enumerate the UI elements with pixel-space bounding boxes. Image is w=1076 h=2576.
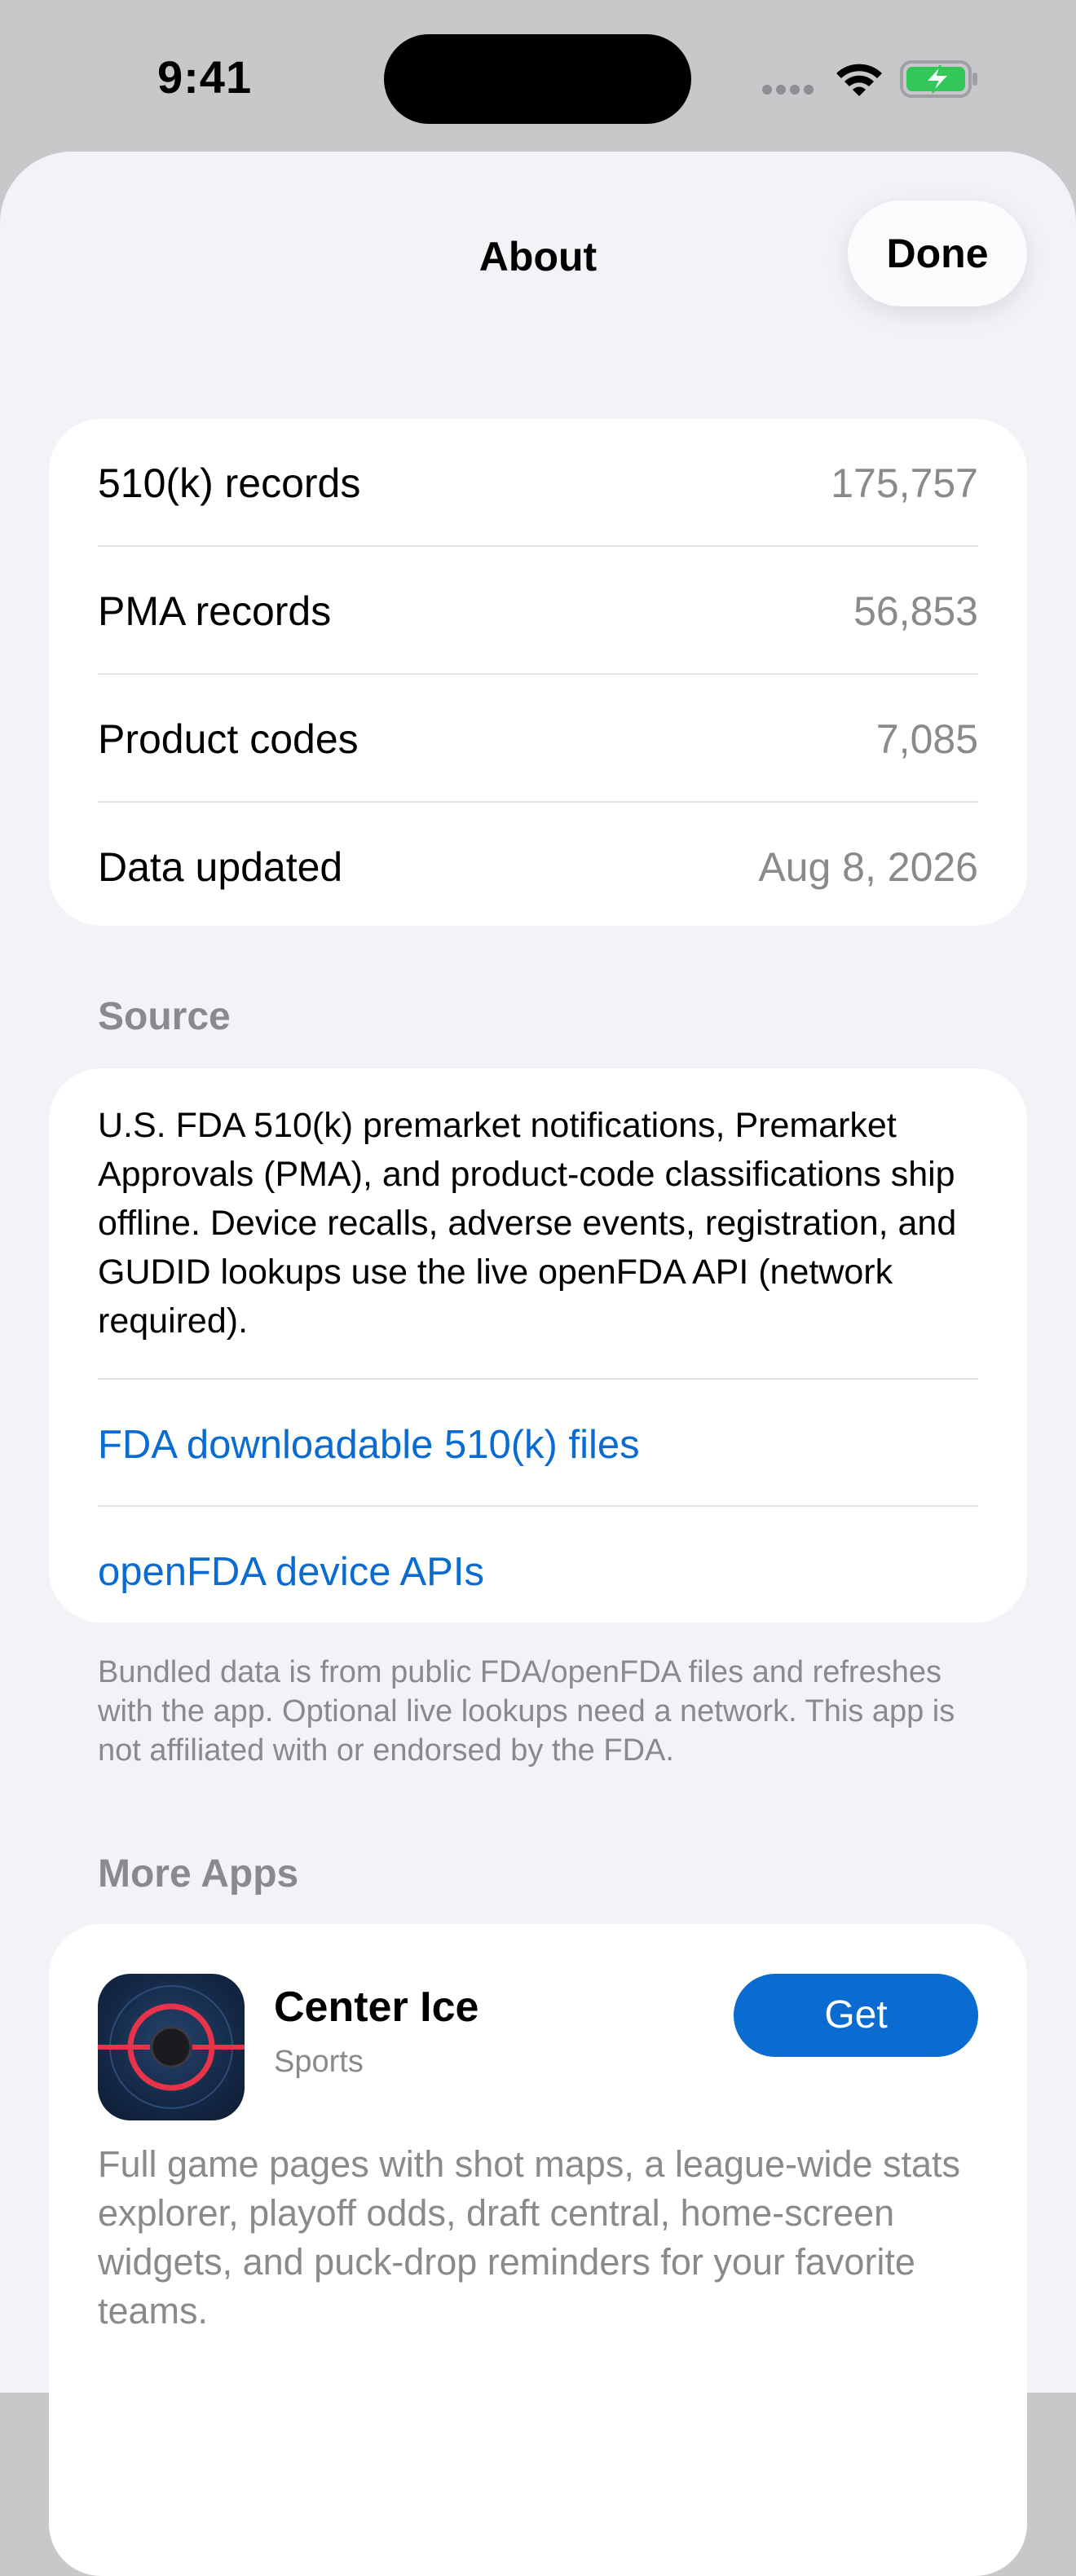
app-description: Full game pages with shot maps, a league… (98, 2143, 961, 2332)
app-card-center-ice[interactable]: Center Ice Sports Get Full game pages wi… (49, 1924, 1027, 2576)
dynamic-island (384, 34, 691, 124)
stat-value: Aug 8, 2026 (758, 844, 978, 890)
stat-label: 510(k) records (98, 460, 361, 506)
stat-value: 56,853 (853, 588, 978, 634)
source-footnote: Bundled data is from public FDA/openFDA … (98, 1655, 955, 1768)
target-icon (98, 1985, 245, 2109)
done-button[interactable]: Done (848, 200, 1027, 306)
openfda-device-apis-link[interactable]: openFDA device APIs (98, 1549, 484, 1595)
app-category: Sports (274, 2045, 364, 2079)
stat-label: Data updated (98, 844, 343, 890)
stat-row-product-codes: Product codes 7,085 (98, 673, 978, 801)
fda-510k-files-link[interactable]: FDA downloadable 510(k) files (98, 1422, 640, 1468)
status-time: 9:41 (157, 51, 253, 103)
source-description: U.S. FDA 510(k) premarket notifications,… (98, 1106, 957, 1341)
stats-card: 510(k) records 175,757 PMA records 56,85… (49, 419, 1027, 926)
battery-charging-icon (900, 60, 977, 98)
wifi-icon (836, 64, 882, 96)
stat-row-pma: PMA records 56,853 (98, 545, 978, 673)
center-ice-app-icon (98, 1974, 245, 2120)
source-card: U.S. FDA 510(k) premarket notifications,… (49, 1068, 1027, 1623)
status-bar: 9:41 (0, 0, 1076, 155)
divider (98, 1505, 978, 1507)
stat-label: PMA records (98, 588, 332, 634)
stat-row-data-updated: Data updated Aug 8, 2026 (98, 801, 978, 929)
source-section-header: Source (98, 995, 231, 1038)
app-name: Center Ice (274, 1984, 479, 2031)
stat-value: 7,085 (875, 716, 978, 762)
get-button[interactable]: Get (734, 1974, 978, 2057)
divider (98, 1378, 978, 1380)
stat-value: 175,757 (831, 460, 978, 506)
cellular-signal-icon (762, 85, 818, 95)
stat-row-510k: 510(k) records 175,757 (98, 419, 978, 545)
more-apps-section-header: More Apps (98, 1852, 299, 1896)
stat-label: Product codes (98, 716, 359, 762)
